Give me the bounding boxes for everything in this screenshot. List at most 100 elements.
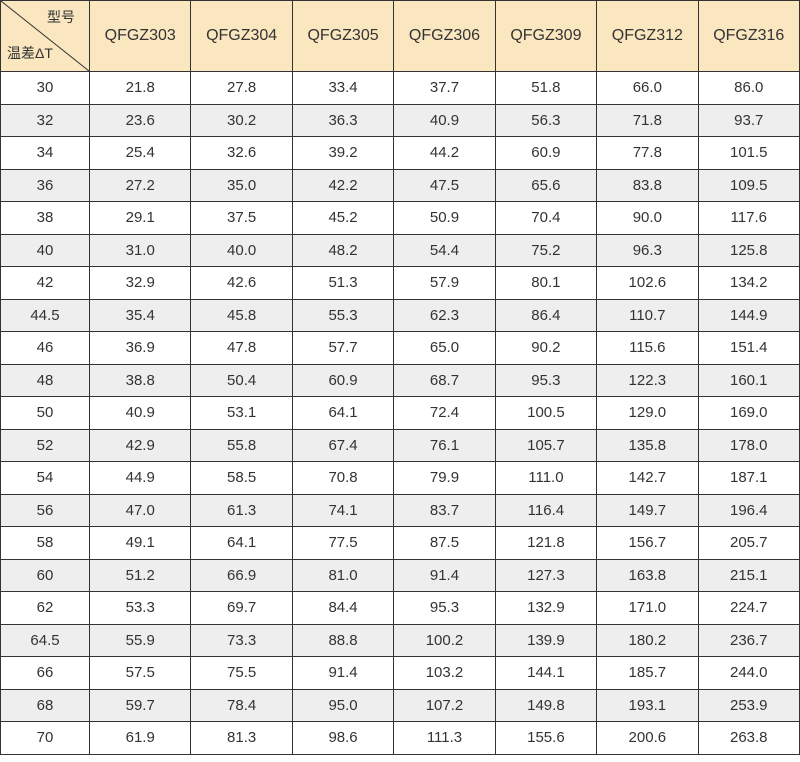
model-corner-label: 型号 [47, 9, 75, 25]
value-cell: 35.4 [88, 298, 192, 332]
value-cell: 127.3 [494, 558, 598, 592]
value-cell: 76.1 [393, 428, 496, 462]
temp-diff-cell: 70 [0, 721, 90, 755]
value-cell: 156.7 [596, 526, 699, 560]
value-cell: 151.4 [697, 331, 800, 365]
temp-diff-cell: 32 [0, 103, 90, 137]
table-row: 32 23.6 30.2 36.3 40.9 56.3 71.8 93.7 [0, 103, 800, 137]
value-cell: 61.9 [88, 721, 192, 755]
table-row: 56 47.0 61.3 74.1 83.7 116.4 149.7 196.4 [0, 493, 800, 527]
value-cell: 30.2 [190, 103, 293, 137]
value-cell: 37.5 [190, 201, 293, 235]
value-cell: 45.2 [291, 201, 395, 235]
value-cell: 72.4 [393, 396, 496, 430]
value-cell: 49.1 [88, 526, 192, 560]
value-cell: 149.8 [494, 688, 598, 722]
value-cell: 144.1 [494, 656, 598, 690]
value-cell: 75.5 [190, 656, 293, 690]
value-cell: 84.4 [291, 591, 395, 625]
value-cell: 39.2 [291, 136, 395, 170]
temp-diff-cell: 68 [0, 688, 90, 722]
value-cell: 95.0 [291, 688, 395, 722]
value-cell: 69.7 [190, 591, 293, 625]
table-row: 52 42.9 55.8 67.4 76.1 105.7 135.8 178.0 [0, 428, 800, 462]
value-cell: 155.6 [494, 721, 598, 755]
value-cell: 65.6 [494, 168, 598, 202]
value-cell: 38.8 [88, 363, 192, 397]
value-cell: 253.9 [697, 688, 800, 722]
temp-diff-cell: 62 [0, 591, 90, 625]
value-cell: 35.0 [190, 168, 293, 202]
value-cell: 263.8 [697, 721, 800, 755]
value-cell: 40.9 [88, 396, 192, 430]
value-cell: 90.2 [494, 331, 598, 365]
table-row: 60 51.2 66.9 81.0 91.4 127.3 163.8 215.1 [0, 558, 800, 592]
value-cell: 32.9 [88, 266, 192, 300]
value-cell: 81.3 [190, 721, 293, 755]
value-cell: 68.7 [393, 363, 496, 397]
table-row: 38 29.1 37.5 45.2 50.9 70.4 90.0 117.6 [0, 201, 800, 235]
value-cell: 215.1 [697, 558, 800, 592]
value-cell: 139.9 [494, 623, 598, 657]
value-cell: 196.4 [697, 493, 800, 527]
temp-diff-cell: 64.5 [0, 623, 90, 657]
value-cell: 178.0 [697, 428, 800, 462]
value-cell: 58.5 [190, 461, 293, 495]
value-cell: 100.2 [393, 623, 496, 657]
value-cell: 32.6 [190, 136, 293, 170]
value-cell: 73.3 [190, 623, 293, 657]
value-cell: 88.8 [291, 623, 395, 657]
value-cell: 29.1 [88, 201, 192, 235]
value-cell: 23.6 [88, 103, 192, 137]
table-row: 64.5 55.9 73.3 88.8 100.2 139.9 180.2 236.7 [0, 623, 800, 657]
value-cell: 75.2 [494, 233, 598, 267]
value-cell: 42.6 [190, 266, 293, 300]
value-cell: 93.7 [697, 103, 800, 137]
value-cell: 109.5 [697, 168, 800, 202]
temp-diff-corner-label: 温差ΔT [7, 45, 53, 61]
table-row: 68 59.7 78.4 95.0 107.2 149.8 193.1 253.9 [0, 688, 800, 722]
value-cell: 193.1 [596, 688, 699, 722]
value-cell: 90.0 [596, 201, 699, 235]
table-row: 50 40.9 53.1 64.1 72.4 100.5 129.0 169.0 [0, 396, 800, 430]
value-cell: 125.8 [697, 233, 800, 267]
value-cell: 55.9 [88, 623, 192, 657]
temp-diff-cell: 58 [0, 526, 90, 560]
value-cell: 42.2 [291, 168, 395, 202]
temp-diff-cell: 48 [0, 363, 90, 397]
value-cell: 110.7 [596, 298, 699, 332]
table-row: 48 38.8 50.4 60.9 68.7 95.3 122.3 160.1 [0, 363, 800, 397]
table-body: 30 21.8 27.8 33.4 37.7 51.8 66.0 86.0 32 23.6 30.2… [0, 71, 800, 755]
value-cell: 44.2 [393, 136, 496, 170]
value-cell: 102.6 [596, 266, 699, 300]
value-cell: 37.7 [393, 71, 496, 105]
temp-diff-cell: 52 [0, 428, 90, 462]
value-cell: 81.0 [291, 558, 395, 592]
column-header: QFGZ306 [393, 0, 496, 72]
value-cell: 77.5 [291, 526, 395, 560]
value-cell: 64.1 [190, 526, 293, 560]
value-cell: 36.9 [88, 331, 192, 365]
table-row: 70 61.9 81.3 98.6 111.3 155.6 200.6 263.8 [0, 721, 800, 755]
column-header: QFGZ309 [494, 0, 598, 72]
value-cell: 187.1 [697, 461, 800, 495]
value-cell: 51.2 [88, 558, 192, 592]
temp-diff-cell: 54 [0, 461, 90, 495]
value-cell: 236.7 [697, 623, 800, 657]
value-cell: 45.8 [190, 298, 293, 332]
table-row: 58 49.1 64.1 77.5 87.5 121.8 156.7 205.7 [0, 526, 800, 560]
value-cell: 205.7 [697, 526, 800, 560]
value-cell: 59.7 [88, 688, 192, 722]
table-row: 54 44.9 58.5 70.8 79.9 111.0 142.7 187.1 [0, 461, 800, 495]
temp-diff-cell: 38 [0, 201, 90, 235]
value-cell: 116.4 [494, 493, 598, 527]
value-cell: 56.3 [494, 103, 598, 137]
value-cell: 134.2 [697, 266, 800, 300]
temp-diff-cell: 42 [0, 266, 90, 300]
value-cell: 61.3 [190, 493, 293, 527]
temp-diff-cell: 60 [0, 558, 90, 592]
table-row: 44.5 35.4 45.8 55.3 62.3 86.4 110.7 144.9 [0, 298, 800, 332]
value-cell: 86.0 [697, 71, 800, 105]
value-cell: 50.9 [393, 201, 496, 235]
value-cell: 42.9 [88, 428, 192, 462]
